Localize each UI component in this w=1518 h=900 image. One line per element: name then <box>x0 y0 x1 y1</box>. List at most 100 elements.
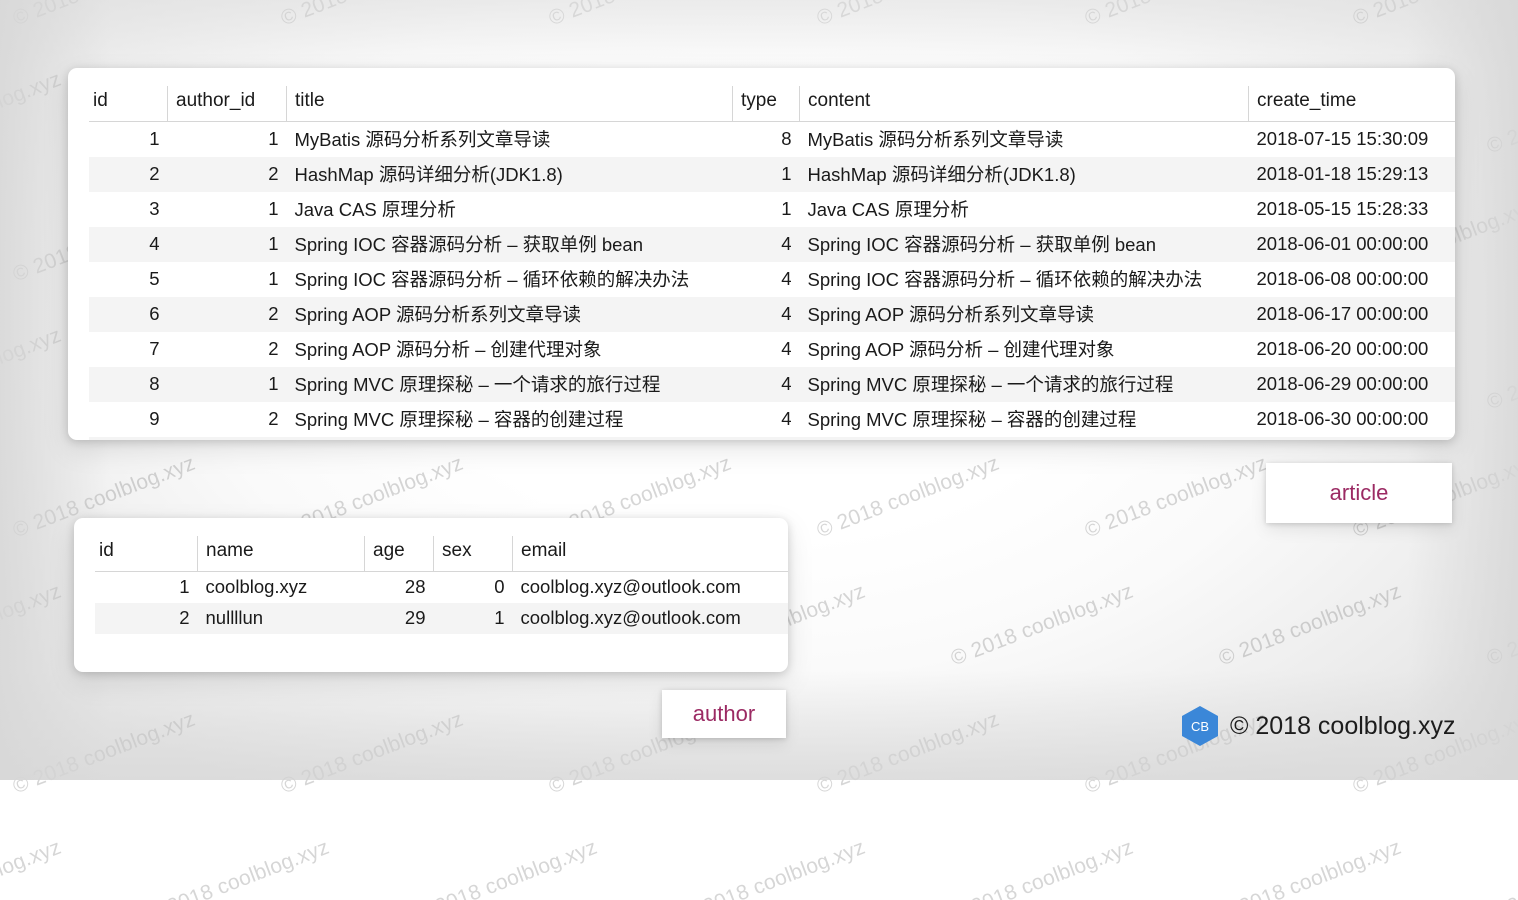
column-header-email[interactable]: email <box>512 536 788 572</box>
cell-type: 4 <box>733 437 800 440</box>
cell-age: 28 <box>404 576 426 597</box>
table-row[interactable]: 5 1 Spring IOC 容器源码分析 – 循环依赖的解决办法 4 Spring I… <box>89 262 1455 297</box>
cell-content: Java CAS 原理分析 <box>807 199 969 220</box>
cell-content: Spring AOP 源码分析系列文章导读 <box>807 304 1094 325</box>
table-row[interactable]: 4 1 Spring IOC 容器源码分析 – 获取单例 bean 4 Spring I… <box>89 227 1455 262</box>
table-row[interactable]: 2 2 HashMap 源码详细分析(JDK1.8) 1 HashMap 源码详细分析(… <box>89 157 1455 192</box>
cell-create-time: 2018-05-30 00:00:00 <box>1249 437 1456 440</box>
cell-create-time: 2018-06-17 00:00:00 <box>1256 303 1429 324</box>
cell-title: HashMap 源码详细分析(JDK1.8) <box>294 164 563 185</box>
cell-id: 2 <box>179 607 190 628</box>
watermark-text: © 2018 coolblog.xyz <box>947 835 1137 900</box>
column-header-content[interactable]: content <box>799 86 1249 122</box>
watermark-text: © 2018 coolblog.xyz <box>679 835 869 900</box>
cell-author-id: 1 <box>268 233 279 254</box>
cell-create-time: 2018-06-29 00:00:00 <box>1256 373 1429 394</box>
column-header-type[interactable]: type <box>732 86 800 122</box>
author-table-body: 1 coolblog.xyz 28 0 coolblog.xyz@outlook.com… <box>95 571 788 634</box>
article-caption-chip: article <box>1266 463 1452 523</box>
cell-age: 29 <box>404 607 426 628</box>
cell-id: 7 <box>149 338 160 359</box>
cell-title: Spring AOP 源码分析 – 创建代理对象 <box>294 339 602 360</box>
watermark-text: © 2018 coolblog.xyz <box>1484 836 1518 900</box>
cell-create-time: 2018-06-08 00:00:00 <box>1256 268 1429 289</box>
cell-id: 4 <box>149 233 160 254</box>
table-row[interactable]: 1 1 MyBatis 源码分析系列文章导读 8 MyBatis 源码分析系列文章导读 2… <box>89 121 1455 157</box>
cell-content: Spring AOP 源码分析 – 创建代理对象 <box>807 339 1115 360</box>
cell-create-time: 2018-06-30 00:00:00 <box>1256 408 1429 429</box>
table-row[interactable]: 8 1 Spring MVC 原理探秘 – 一个请求的旅行过程 4 Spring MVC… <box>89 367 1455 402</box>
cell-author-id: 2 <box>268 303 279 324</box>
cell-content: MyBatis 源码分析系列文章导读 <box>807 129 1064 150</box>
cell-name: coolblog.xyz <box>205 576 308 597</box>
cell-type: 4 <box>781 338 792 359</box>
cell-type: 4 <box>781 303 792 324</box>
author-header-row: id name age sex email <box>95 536 788 572</box>
column-header-age[interactable]: age <box>364 536 434 572</box>
watermark-text: © 2018 coolblog.xyz <box>0 835 65 900</box>
table-row[interactable]: 3 1 Java CAS 原理分析 1 Java CAS 原理分析 2018-05-15 … <box>89 192 1455 227</box>
cell-type: 4 <box>781 233 792 254</box>
author-caption-chip: author <box>662 690 786 738</box>
cell-name: nullllun <box>205 607 264 628</box>
cell-id: 10 <box>89 437 168 440</box>
author-table-header: id name age sex email <box>95 536 788 572</box>
cell-id: 3 <box>149 198 160 219</box>
author-caption-label: author <box>692 701 756 726</box>
article-table-body: 1 1 MyBatis 源码分析系列文章导读 8 MyBatis 源码分析系列文章导读 2… <box>89 121 1455 440</box>
watermark-text: © 2018 coolblog.xyz <box>1215 835 1405 900</box>
cell-id: 2 <box>149 163 160 184</box>
column-header-name[interactable]: name <box>197 536 365 572</box>
author-table: id name age sex email 1 coolblog.xyz 28 0 co… <box>95 536 788 634</box>
coolblog-hexagon-logo-icon: CB <box>1182 706 1218 746</box>
cell-title: Spring AOP 源码分析系列文章导读 <box>294 304 581 325</box>
cell-content: HashMap 源码详细分析(JDK1.8) <box>807 164 1076 185</box>
copyright-text: © 2018 coolblog.xyz <box>1230 711 1456 740</box>
article-table-panel: id author_id title type content create_t… <box>68 68 1455 440</box>
cell-id: 8 <box>149 373 160 394</box>
cell-author-id: 2 <box>268 163 279 184</box>
article-table-header: id author_id title type content create_t… <box>89 86 1455 122</box>
table-row[interactable]: 9 2 Spring MVC 原理探秘 – 容器的创建过程 4 Spring MVC 原… <box>89 402 1455 437</box>
table-row[interactable]: 2 nullllun 29 1 coolblog.xyz@outlook.com <box>95 603 788 634</box>
cell-title: Spring IOC 容器源码分析 – 循环依赖的解决办法 <box>294 269 690 290</box>
cell-type: 1 <box>781 163 792 184</box>
cell-author-id: 1 <box>268 198 279 219</box>
column-header-author-id-col[interactable]: id <box>95 536 198 572</box>
column-header-author-id[interactable]: author_id <box>167 86 287 122</box>
table-row[interactable]: 7 2 Spring AOP 源码分析 – 创建代理对象 4 Spring AOP 源码… <box>89 332 1455 367</box>
article-caption-label: article <box>1329 480 1389 505</box>
column-header-sex[interactable]: sex <box>433 536 513 572</box>
table-row[interactable]: 1 coolblog.xyz 28 0 coolblog.xyz@outlook.com <box>95 571 788 603</box>
watermark-text: © 2018 coolblog.xyz <box>143 835 333 900</box>
cell-title: MyBatis 源码分析系列文章导读 <box>294 129 551 150</box>
cell-email: coolblog.xyz@outlook.com <box>520 607 741 628</box>
cell-id: 1 <box>179 576 190 597</box>
column-header-create-time[interactable]: create_time <box>1248 86 1455 122</box>
cell-title: Spring MVC 原理探秘 – 一个请求的旅行过程 <box>294 374 661 395</box>
cell-content: Spring IOC 容器源码分析 – 获取单例 bean <box>807 234 1157 255</box>
cell-author-id: 2 <box>268 408 279 429</box>
cell-create-time: 2018-05-15 15:28:33 <box>1256 198 1429 219</box>
cell-type: 4 <box>781 373 792 394</box>
column-header-title[interactable]: title <box>286 86 733 122</box>
cell-id: 5 <box>149 268 160 289</box>
cell-content: Spring MVC 原理探秘 – 一个请求的旅行过程 <box>807 374 1174 395</box>
cell-id: 6 <box>149 303 160 324</box>
cell-type: 4 <box>781 408 792 429</box>
cell-create-time: 2018-06-20 00:00:00 <box>1256 338 1429 359</box>
cell-create-time: 2018-07-15 15:30:09 <box>1256 128 1429 149</box>
cell-sex: 1 <box>494 607 505 628</box>
column-header-id[interactable]: id <box>89 86 168 122</box>
cell-id: 9 <box>149 408 160 429</box>
cell-create-time: 2018-01-18 15:29:13 <box>1256 163 1429 184</box>
cell-email: coolblog.xyz@outlook.com <box>520 576 741 597</box>
cell-author-id: 2 <box>168 437 287 440</box>
cell-title: Spring IOC 容器源码分析 – 获取单例 bean <box>294 234 644 255</box>
table-row[interactable]: 102Spring IOC 容器源码分析系列文章导读4Spring IOC 容器… <box>89 437 1455 440</box>
table-row[interactable]: 6 2 Spring AOP 源码分析系列文章导读 4 Spring AOP 源码分析系… <box>89 297 1455 332</box>
author-table-panel: id name age sex email 1 coolblog.xyz 28 0 co… <box>74 518 788 672</box>
footer-branding: CB © 2018 coolblog.xyz <box>1182 706 1456 746</box>
svg-text:CB: CB <box>1191 719 1209 734</box>
article-table: id author_id title type content create_t… <box>89 86 1455 440</box>
